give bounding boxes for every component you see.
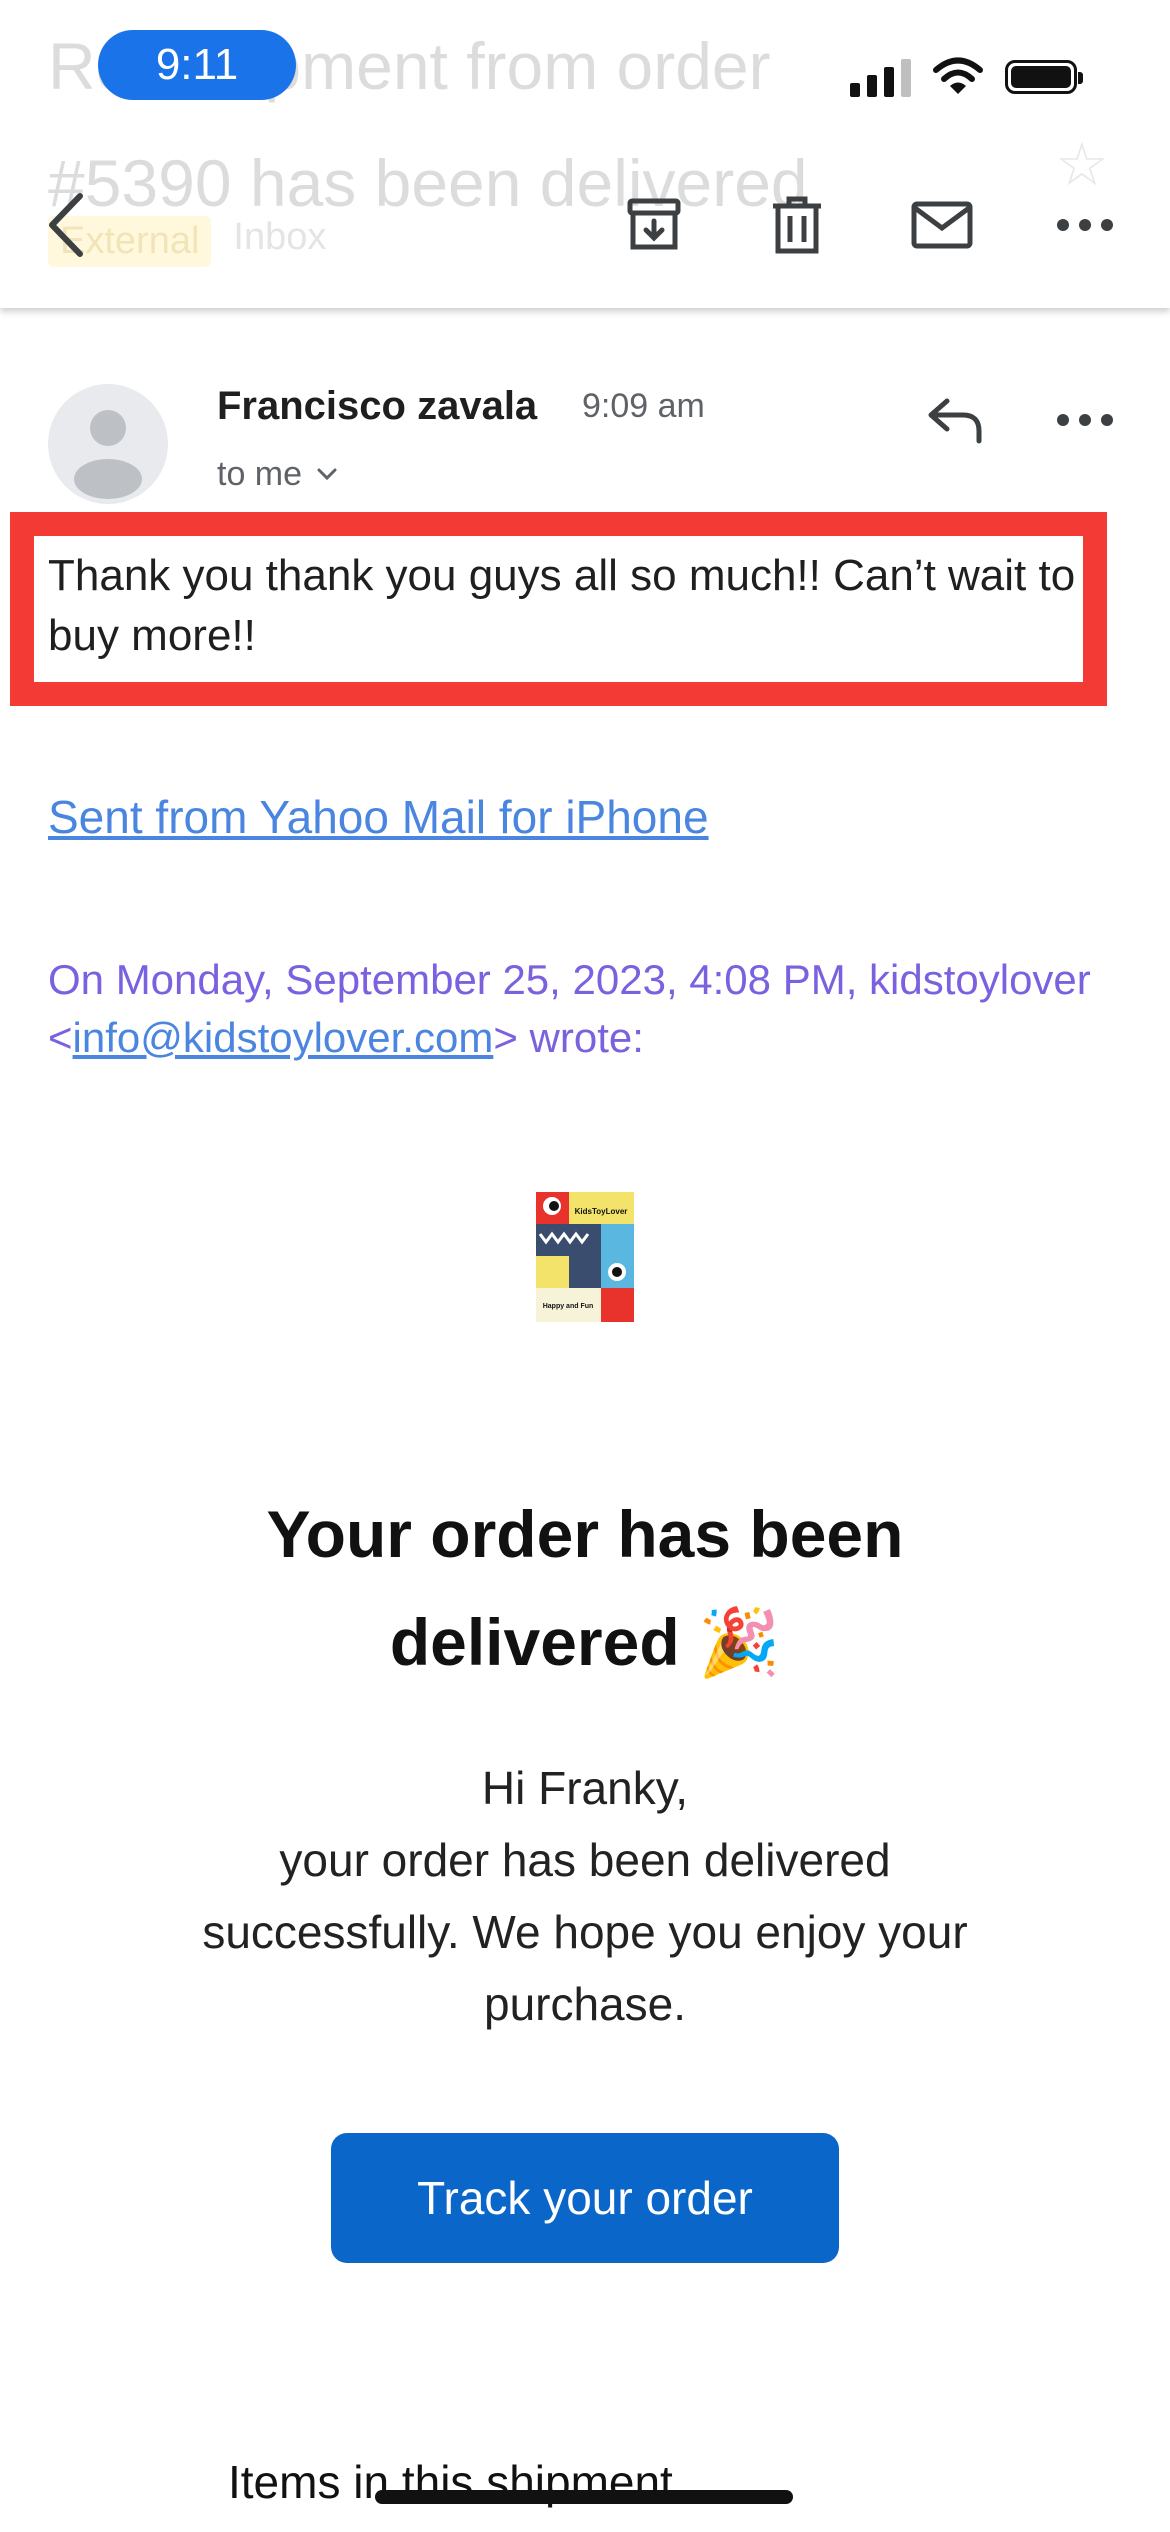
greeting-text: Hi Franky, [481, 1762, 689, 1814]
chevron-left-icon [49, 193, 83, 257]
delivery-message: your order has been delivered successful… [202, 1834, 968, 2030]
status-icons [850, 52, 1083, 102]
logo-text-bottom: Happy and Fun [543, 1303, 594, 1310]
trash-icon [773, 196, 821, 254]
kidstoylover-logo: KidsToyLover Happy and Fun [536, 1192, 634, 1322]
mark-unread-button[interactable] [902, 185, 982, 265]
delete-button[interactable] [757, 185, 837, 265]
avatar[interactable] [48, 384, 168, 504]
more-horizontal-icon [1057, 414, 1113, 426]
cellular-signal-icon [850, 57, 911, 97]
status-time: 9:11 [98, 30, 296, 100]
message-time: 9:09 am [582, 387, 705, 425]
person-icon [74, 410, 142, 499]
reply-button[interactable] [910, 380, 1000, 460]
sender-name: Francisco zavala [217, 384, 538, 428]
quote-email-link[interactable]: info@kidstoylover.com [73, 1014, 494, 1061]
battery-icon [1005, 60, 1083, 94]
recipient-details-toggle[interactable]: to me [217, 452, 338, 496]
back-button[interactable] [25, 185, 105, 265]
track-order-button[interactable]: Track your order [331, 2133, 839, 2263]
label-inbox: Inbox [233, 216, 327, 258]
wifi-icon [933, 57, 983, 94]
home-indicator[interactable] [375, 2490, 793, 2504]
archive-icon [627, 198, 681, 250]
envelope-icon [911, 201, 973, 249]
reply-icon [928, 398, 982, 444]
delivery-headline: Your order has been delivered 🎉 [266, 1497, 904, 1679]
more-options-button[interactable] [1045, 185, 1125, 265]
greeting-block: Hi Franky, your order has been delivered… [185, 1752, 985, 2040]
archive-button[interactable] [614, 185, 694, 265]
message-more-button[interactable] [1040, 380, 1130, 460]
top-app-bar: Re: Shipment from order #5390 has been d… [0, 0, 1170, 308]
quote-suffix: > wrote: [493, 1014, 644, 1061]
reply-text: Thank you thank you guys all so much!! C… [48, 551, 1076, 660]
chevron-down-icon [317, 468, 337, 481]
logo-text-top: KidsToyLover [575, 1207, 628, 1216]
recipient-label: to me [217, 455, 303, 493]
sent-from-link[interactable]: Sent from Yahoo Mail for iPhone [48, 786, 709, 848]
quote-header: On Monday, September 25, 2023, 4:08 PM, … [48, 951, 1128, 1067]
more-horizontal-icon [1057, 219, 1113, 231]
